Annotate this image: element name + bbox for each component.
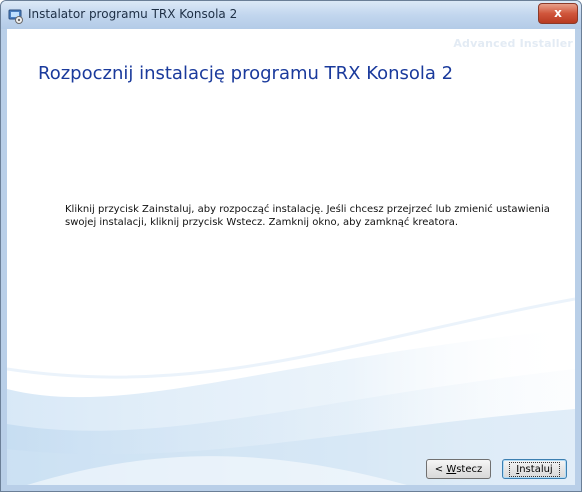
title-bar[interactable]: Instalator programu TRX Konsola 2 x: [1, 1, 581, 29]
install-button[interactable]: Instaluj: [502, 459, 567, 479]
background-swoosh-graphic: [7, 297, 575, 485]
page-title: Rozpocznij instalację programu TRX Konso…: [38, 63, 454, 84]
wizard-page: Advanced Installer Rozpocznij instalację…: [7, 29, 575, 485]
brand-watermark: Advanced Installer: [453, 37, 573, 50]
window-title: Instalator programu TRX Konsola 2: [28, 7, 238, 21]
close-button[interactable]: x: [538, 3, 578, 24]
installer-window: Instalator programu TRX Konsola 2 x Adva…: [0, 0, 582, 492]
focus-rectangle: Instaluj: [509, 462, 560, 477]
back-button[interactable]: < Wstecz: [426, 459, 491, 479]
instructions-text: Kliknij przycisk Zainstaluj, aby rozpocz…: [65, 204, 550, 228]
installer-icon: [8, 9, 23, 24]
close-icon: x: [554, 6, 562, 20]
